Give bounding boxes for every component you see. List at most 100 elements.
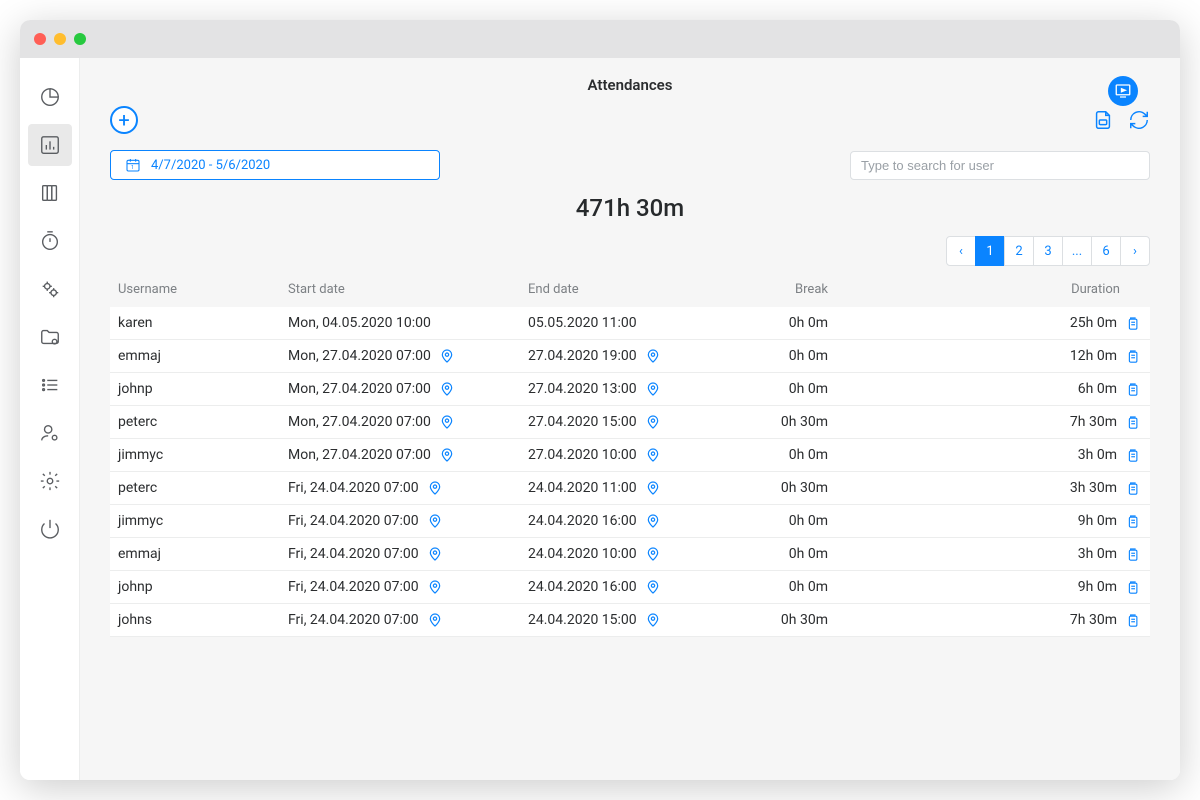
cell-break: 0h 0m xyxy=(728,348,858,364)
cell-break: 0h 30m xyxy=(728,612,858,628)
cell-break: 0h 0m xyxy=(728,381,858,397)
table-row[interactable]: jimmycMon, 27.04.2020 07:0027.04.2020 10… xyxy=(110,439,1150,472)
cell-break: 0h 0m xyxy=(728,513,858,529)
page-6[interactable]: 6 xyxy=(1091,236,1121,266)
date-range-label: 4/7/2020 - 5/6/2020 xyxy=(151,158,270,173)
cell-break: 0h 0m xyxy=(728,546,858,562)
gears-icon xyxy=(39,278,61,300)
cell-username: emmaj xyxy=(118,546,288,562)
export-file-icon xyxy=(1092,109,1114,131)
sidebar-item-folders[interactable] xyxy=(28,316,72,358)
user-search-input[interactable] xyxy=(850,151,1150,180)
clipboard-icon[interactable] xyxy=(1125,316,1140,331)
table-row[interactable]: emmajFri, 24.04.2020 07:0024.04.2020 10:… xyxy=(110,538,1150,571)
clipboard-icon[interactable] xyxy=(1125,448,1140,463)
sidebar-item-archive[interactable] xyxy=(28,172,72,214)
location-icon[interactable] xyxy=(645,579,661,595)
table-row[interactable]: johnpFri, 24.04.2020 07:0024.04.2020 16:… xyxy=(110,571,1150,604)
table-row[interactable]: johnpMon, 27.04.2020 07:0027.04.2020 13:… xyxy=(110,373,1150,406)
cell-duration: 9h 0m xyxy=(1078,579,1117,595)
page-next[interactable]: › xyxy=(1120,236,1150,266)
location-icon[interactable] xyxy=(439,447,455,463)
location-icon[interactable] xyxy=(427,513,443,529)
page-prev[interactable]: ‹ xyxy=(946,236,976,266)
cell-start: Fri, 24.04.2020 07:00 xyxy=(288,546,528,562)
cell-username: johns xyxy=(118,612,288,628)
pagination: ‹123...6› xyxy=(110,236,1150,266)
refresh-button[interactable] xyxy=(1128,109,1150,131)
location-icon[interactable] xyxy=(645,513,661,529)
cell-end: 05.05.2020 11:00 xyxy=(528,315,728,331)
cell-end: 24.04.2020 15:00 xyxy=(528,612,728,628)
location-icon[interactable] xyxy=(645,612,661,628)
svg-text:1: 1 xyxy=(131,165,134,171)
refresh-icon xyxy=(1128,109,1150,131)
sidebar-item-list[interactable] xyxy=(28,364,72,406)
location-icon[interactable] xyxy=(645,447,661,463)
location-icon[interactable] xyxy=(427,546,443,562)
clipboard-icon[interactable] xyxy=(1125,415,1140,430)
help-video-button[interactable] xyxy=(1108,76,1138,106)
table-row[interactable]: emmajMon, 27.04.2020 07:0027.04.2020 19:… xyxy=(110,340,1150,373)
cell-break: 0h 0m xyxy=(728,447,858,463)
add-attendance-button[interactable]: + xyxy=(110,106,138,134)
calendar-icon: 1 xyxy=(125,157,141,173)
date-range-picker[interactable]: 1 4/7/2020 - 5/6/2020 xyxy=(110,150,440,180)
location-icon[interactable] xyxy=(645,348,661,364)
list-icon xyxy=(39,374,61,396)
sidebar-item-reports[interactable] xyxy=(28,124,72,166)
table-row[interactable]: johnsFri, 24.04.2020 07:0024.04.2020 15:… xyxy=(110,604,1150,637)
cell-end: 24.04.2020 16:00 xyxy=(528,579,728,595)
table-row[interactable]: karenMon, 04.05.2020 10:0005.05.2020 11:… xyxy=(110,307,1150,340)
sidebar-item-settings[interactable] xyxy=(28,460,72,502)
archive-icon xyxy=(39,182,61,204)
col-start[interactable]: Start date xyxy=(288,282,528,297)
location-icon[interactable] xyxy=(439,414,455,430)
cell-duration: 7h 30m xyxy=(1070,612,1117,628)
cell-end: 24.04.2020 11:00 xyxy=(528,480,728,496)
clipboard-icon[interactable] xyxy=(1125,514,1140,529)
clipboard-icon[interactable] xyxy=(1125,481,1140,496)
col-break[interactable]: Break xyxy=(728,282,858,297)
location-icon[interactable] xyxy=(645,414,661,430)
page-1[interactable]: 1 xyxy=(975,236,1005,266)
location-icon[interactable] xyxy=(427,612,443,628)
cell-end: 27.04.2020 13:00 xyxy=(528,381,728,397)
sidebar-item-timer[interactable] xyxy=(28,220,72,262)
clipboard-icon[interactable] xyxy=(1125,547,1140,562)
cell-start: Fri, 24.04.2020 07:00 xyxy=(288,579,528,595)
table-row[interactable]: petercFri, 24.04.2020 07:0024.04.2020 11… xyxy=(110,472,1150,505)
app-window: Attendances + 1 xyxy=(20,20,1180,780)
zoom-window-dot[interactable] xyxy=(74,33,86,45)
main-content: Attendances + 1 xyxy=(80,58,1180,780)
location-icon[interactable] xyxy=(427,480,443,496)
minimize-window-dot[interactable] xyxy=(54,33,66,45)
cell-username: jimmyc xyxy=(118,513,288,529)
location-icon[interactable] xyxy=(645,480,661,496)
clipboard-icon[interactable] xyxy=(1125,382,1140,397)
location-icon[interactable] xyxy=(427,579,443,595)
location-icon[interactable] xyxy=(645,381,661,397)
sidebar-item-automation[interactable] xyxy=(28,268,72,310)
page-2[interactable]: 2 xyxy=(1004,236,1034,266)
col-username[interactable]: Username xyxy=(118,282,288,297)
cell-username: johnp xyxy=(118,579,288,595)
col-end[interactable]: End date xyxy=(528,282,728,297)
export-button[interactable] xyxy=(1092,109,1114,131)
clipboard-icon[interactable] xyxy=(1125,580,1140,595)
sidebar-item-power[interactable] xyxy=(28,508,72,550)
folder-settings-icon xyxy=(39,326,61,348)
clipboard-icon[interactable] xyxy=(1125,613,1140,628)
location-icon[interactable] xyxy=(645,546,661,562)
sidebar-item-users[interactable] xyxy=(28,412,72,454)
table-row[interactable]: petercMon, 27.04.2020 07:0027.04.2020 15… xyxy=(110,406,1150,439)
col-duration[interactable]: Duration xyxy=(858,282,1142,297)
sidebar-item-dashboard[interactable] xyxy=(28,76,72,118)
clipboard-icon[interactable] xyxy=(1125,349,1140,364)
cell-duration: 3h 0m xyxy=(1078,447,1117,463)
page-3[interactable]: 3 xyxy=(1033,236,1063,266)
table-row[interactable]: jimmycFri, 24.04.2020 07:0024.04.2020 16… xyxy=(110,505,1150,538)
close-window-dot[interactable] xyxy=(34,33,46,45)
location-icon[interactable] xyxy=(439,348,455,364)
location-icon[interactable] xyxy=(439,381,455,397)
